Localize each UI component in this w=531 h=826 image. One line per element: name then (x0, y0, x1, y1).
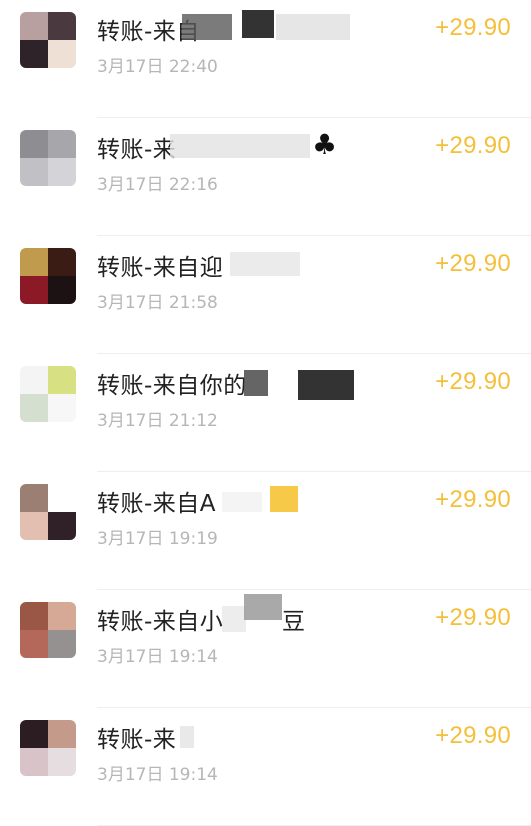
transaction-time: 3月17日 19:19 (97, 529, 218, 549)
avatar-tile (48, 366, 76, 394)
transaction-amount: +29.90 (435, 132, 511, 159)
avatar-tile (48, 484, 76, 512)
avatar-tile (20, 248, 48, 276)
avatar-tile (48, 276, 76, 304)
avatar-tile (48, 130, 76, 158)
avatar (20, 130, 76, 186)
redaction-mask (180, 726, 194, 748)
avatar (20, 602, 76, 658)
avatar-tile (20, 720, 48, 748)
transaction-title: 转账-来 (97, 137, 177, 163)
avatar-tile (20, 394, 48, 422)
transaction-amount: +29.90 (435, 604, 511, 631)
transaction-row[interactable]: 转账-来自A 3月17日 19:19 +29.90 (0, 472, 531, 590)
avatar-tile (20, 748, 48, 776)
transaction-amount: +29.90 (435, 368, 511, 395)
transaction-row[interactable]: 转账-来 ♣ 3月17日 22:16 +29.90 (0, 118, 531, 236)
transaction-time: 3月17日 22:40 (97, 57, 218, 77)
transaction-row[interactable]: 转账-来自你的 3月17日 21:12 +29.90 (0, 354, 531, 472)
avatar (20, 484, 76, 540)
transaction-title: 转账-来自小 (97, 609, 224, 635)
avatar (20, 248, 76, 304)
avatar-tile (48, 248, 76, 276)
transaction-row[interactable]: 转账-来自小 豆 3月17日 19:14 +29.90 (0, 590, 531, 708)
avatar-tile (48, 394, 76, 422)
avatar-tile (48, 40, 76, 68)
redaction-mask (170, 134, 310, 158)
avatar-tile (20, 130, 48, 158)
redaction-mask (298, 370, 354, 400)
avatar-tile (48, 630, 76, 658)
transaction-title: 转账-来自迎 (97, 255, 224, 281)
transaction-amount: +29.90 (435, 486, 511, 513)
avatar-tile (48, 748, 76, 776)
transaction-time: 3月17日 22:16 (97, 175, 218, 195)
redaction-mask (222, 492, 262, 512)
redaction-mask (244, 370, 268, 396)
transaction-time: 3月17日 19:14 (97, 647, 218, 667)
avatar-tile (48, 720, 76, 748)
avatar-tile (48, 512, 76, 540)
avatar-tile (20, 630, 48, 658)
avatar-tile (20, 602, 48, 630)
club-suit-icon: ♣ (312, 128, 338, 161)
transaction-time: 3月17日 21:58 (97, 293, 218, 313)
avatar-tile (20, 12, 48, 40)
transaction-title: 转账-来自你的 (97, 373, 247, 399)
avatar (20, 366, 76, 422)
redaction-mask (270, 486, 298, 512)
avatar-tile (48, 602, 76, 630)
transaction-amount: +29.90 (435, 722, 511, 749)
transaction-title-suffix: 豆 (282, 609, 306, 635)
redaction-mask (244, 594, 282, 620)
transaction-row[interactable]: 转账-来 3月17日 19:14 +29.90 (0, 708, 531, 826)
transaction-time: 3月17日 21:12 (97, 411, 218, 431)
avatar-tile (20, 158, 48, 186)
transaction-amount: +29.90 (435, 250, 511, 277)
avatar (20, 720, 76, 776)
avatar-tile (48, 12, 76, 40)
avatar-tile (20, 40, 48, 68)
redaction-mask (222, 606, 246, 632)
transaction-title: 转账-来自A (97, 491, 217, 517)
avatar-tile (20, 276, 48, 304)
redaction-mask (182, 14, 232, 40)
transaction-row[interactable]: 转账-来自迎 3月17日 21:58 +29.90 (0, 236, 531, 354)
redaction-mask (242, 10, 274, 38)
transaction-list: 转账-来自 3月17日 22:40 +29.90 转账-来 ♣ 3月17日 22… (0, 0, 531, 826)
transaction-amount: +29.90 (435, 14, 511, 41)
avatar-tile (20, 366, 48, 394)
redaction-mask (276, 14, 350, 40)
transaction-row[interactable]: 转账-来自 3月17日 22:40 +29.90 (0, 0, 531, 118)
avatar-tile (20, 512, 48, 540)
avatar-tile (48, 158, 76, 186)
avatar-tile (20, 484, 48, 512)
transaction-title: 转账-来 (97, 727, 177, 753)
redaction-mask (230, 252, 300, 276)
avatar (20, 12, 76, 68)
transaction-time: 3月17日 19:14 (97, 765, 218, 785)
